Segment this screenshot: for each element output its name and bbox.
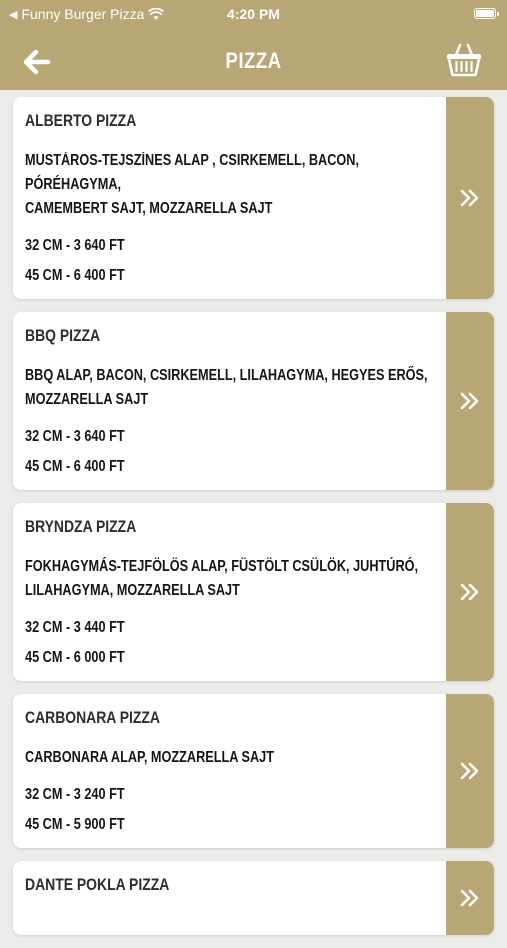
basket-icon [447, 43, 481, 77]
pizza-prices: 32 CM - 3 640 FT 45 CM - 6 400 FT [25, 231, 434, 299]
pizza-card-content: BBQ PIZZA BBQ ALAP, BACON, CSIRKEMELL, L… [13, 312, 494, 490]
pizza-card-content: DANTE POKLA PIZZA [13, 861, 494, 895]
pizza-card-1[interactable]: BBQ PIZZA BBQ ALAP, BACON, CSIRKEMELL, L… [13, 312, 494, 490]
pizza-price: 32 CM - 3 640 FT [25, 237, 125, 254]
pizza-name: ALBERTO PIZZA [25, 111, 137, 130]
pizza-card-2[interactable]: BRYNDZA PIZZA FOKHAGYMÁS-TEJFÖLÖS ALAP, … [13, 503, 494, 681]
pizza-prices: 32 CM - 3 240 FT 45 CM - 5 900 FT [25, 780, 434, 848]
battery-icon [474, 8, 499, 19]
pizza-card-content: CARBONARA PIZZA CARBONARA ALAP, MOZZAREL… [13, 694, 494, 848]
pizza-price: 45 CM - 6 400 FT [25, 458, 125, 475]
pizza-description: MUSTÁROS-TEJSZÍNES ALAP , CSIRKEMELL, BA… [25, 149, 451, 221]
pizza-description-line: MUSTÁROS-TEJSZÍNES ALAP , CSIRKEMELL, BA… [25, 152, 360, 193]
pizza-card-4[interactable]: DANTE POKLA PIZZA [13, 861, 494, 935]
pizza-card-0[interactable]: ALBERTO PIZZA MUSTÁROS-TEJSZÍNES ALAP , … [13, 97, 494, 299]
pizza-name: CARBONARA PIZZA [25, 708, 161, 727]
pizza-name: BRYNDZA PIZZA [25, 517, 137, 536]
pizza-description-line: FOKHAGYMÁS-TEJFÖLÖS ALAP, FÜSTÖLT CSÜLÖK… [25, 558, 419, 575]
nav-bar: PIZZA [0, 38, 507, 86]
pizza-prices: 32 CM - 3 640 FT 45 CM - 6 400 FT [25, 422, 434, 490]
double-chevron-right-icon [460, 392, 479, 410]
open-details-button[interactable] [446, 503, 494, 681]
pizza-price: 45 CM - 5 900 FT [25, 816, 125, 833]
open-details-button[interactable] [446, 861, 494, 935]
pizza-description-line: BBQ ALAP, BACON, CSIRKEMELL, LILAHAGYMA,… [25, 367, 428, 384]
top-bar: ◀ Funny Burger Pizza 4:20 PM PIZZA [0, 0, 507, 90]
pizza-list: ALBERTO PIZZA MUSTÁROS-TEJSZÍNES ALAP , … [13, 97, 494, 948]
pizza-prices: 32 CM - 3 440 FT 45 CM - 6 000 FT [25, 613, 434, 681]
pizza-description-line: CARBONARA ALAP, MOZZARELLA SAJT [25, 749, 275, 766]
pizza-name: DANTE POKLA PIZZA [25, 875, 170, 894]
status-time: 4:20 PM [227, 6, 280, 22]
pizza-description: BBQ ALAP, BACON, CSIRKEMELL, LILAHAGYMA,… [25, 364, 451, 412]
basket-button[interactable] [445, 41, 483, 79]
pizza-card-content: ALBERTO PIZZA MUSTÁROS-TEJSZÍNES ALAP , … [13, 97, 494, 299]
pizza-price: 45 CM - 6 400 FT [25, 267, 125, 284]
pizza-price: 32 CM - 3 640 FT [25, 428, 125, 445]
pizza-name: BBQ PIZZA [25, 326, 101, 345]
status-bar: ◀ Funny Burger Pizza 4:20 PM [0, 0, 507, 28]
pizza-description-line: CAMEMBERT SAJT, MOZZARELLA SAJT [25, 200, 273, 217]
pizza-card-content: BRYNDZA PIZZA FOKHAGYMÁS-TEJFÖLÖS ALAP, … [13, 503, 494, 681]
pizza-description: FOKHAGYMÁS-TEJFÖLÖS ALAP, FÜSTÖLT CSÜLÖK… [25, 555, 451, 603]
double-chevron-right-icon [460, 583, 479, 601]
open-details-button[interactable] [446, 312, 494, 490]
double-chevron-right-icon [460, 189, 479, 207]
pizza-price: 32 CM - 3 240 FT [25, 786, 125, 803]
pizza-description-line: LILAHAGYMA, MOZZARELLA SAJT [25, 582, 240, 599]
open-details-button[interactable] [446, 97, 494, 299]
pizza-card-3[interactable]: CARBONARA PIZZA CARBONARA ALAP, MOZZAREL… [13, 694, 494, 848]
open-details-button[interactable] [446, 694, 494, 848]
pizza-price: 45 CM - 6 000 FT [25, 649, 125, 666]
page-title: PIZZA [225, 48, 282, 73]
pizza-price: 32 CM - 3 440 FT [25, 619, 125, 636]
double-chevron-right-icon [460, 762, 479, 780]
pizza-description: CARBONARA ALAP, MOZZARELLA SAJT [25, 746, 451, 770]
pizza-description-line: MOZZARELLA SAJT [25, 391, 149, 408]
double-chevron-right-icon [460, 889, 479, 907]
